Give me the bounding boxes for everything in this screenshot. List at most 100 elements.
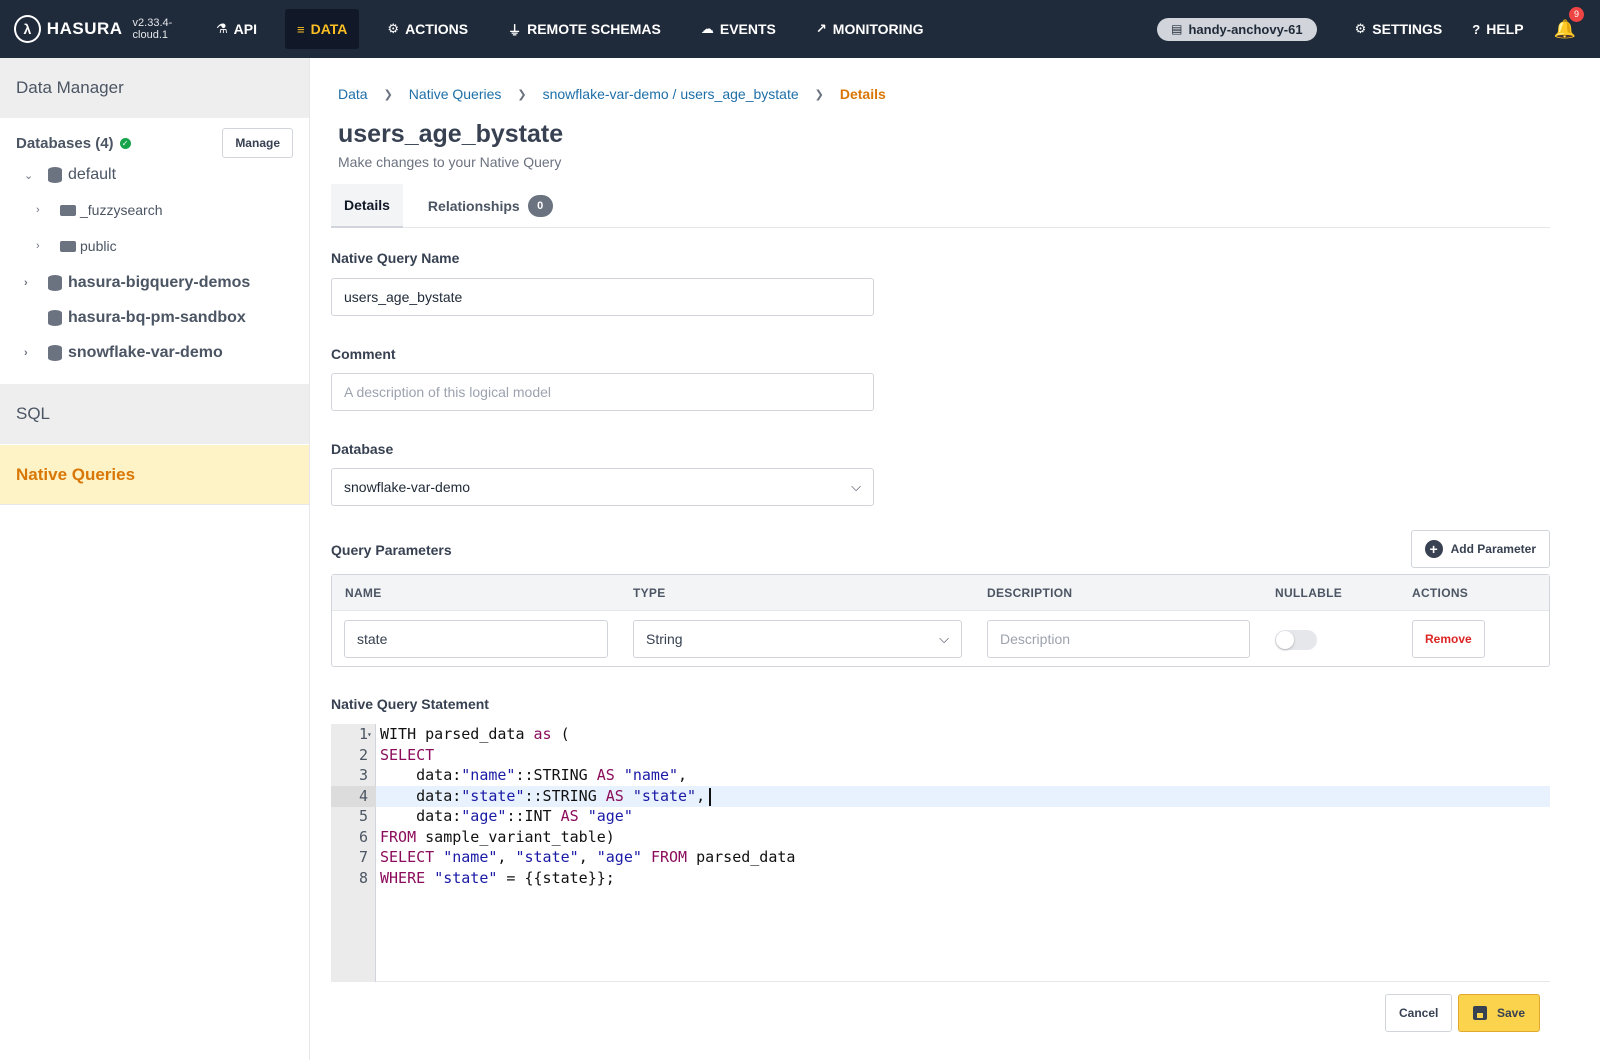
sidebar-item-hasura-bigquery-demos[interactable]: › hasura-bigquery-demos bbox=[24, 274, 250, 292]
tree-label-bigquery: hasura-bigquery-demos bbox=[68, 274, 251, 291]
nav-monitoring-label: MONITORING bbox=[832, 21, 924, 37]
check-circle-icon: ✓ bbox=[119, 137, 131, 149]
databases-section: Databases (4) ✓ Manage ⌄ default › _fuzzyse… bbox=[0, 118, 309, 386]
chevron-down-icon: ⌵ bbox=[939, 631, 949, 646]
notification-count-badge: 9 bbox=[1569, 6, 1584, 22]
nav-remote-schemas[interactable]: ⏚ REMOTE SCHEMAS bbox=[496, 9, 673, 49]
sidebar-title[interactable]: Data Manager bbox=[0, 58, 309, 118]
code-line: 5 data:"age"::INT AS "age" bbox=[331, 806, 1550, 827]
databases-label: Databases (4) bbox=[16, 134, 114, 152]
nav-api-label: API bbox=[233, 21, 257, 37]
hasura-logo-icon: λ bbox=[14, 15, 41, 43]
param-type-select[interactable]: String ⌵ bbox=[633, 620, 962, 658]
sidebar-item-public[interactable]: › public bbox=[36, 238, 117, 254]
header-type: TYPE bbox=[633, 586, 666, 600]
sidebar-item-sql[interactable]: SQL bbox=[0, 384, 309, 444]
save-button[interactable]: Save bbox=[1458, 994, 1541, 1032]
database-icon bbox=[48, 345, 62, 361]
breadcrumb-data[interactable]: Data bbox=[338, 86, 368, 102]
tree-label-public: public bbox=[80, 238, 117, 254]
nav-actions-label: ACTIONS bbox=[405, 21, 469, 37]
chevron-right-icon: ❯ bbox=[517, 88, 527, 101]
manage-button[interactable]: Manage bbox=[222, 128, 293, 158]
line-number: 1 bbox=[358, 725, 368, 743]
flask-icon: ⚗ bbox=[216, 21, 228, 36]
top-navigation-bar: λ HASURA v2.33.4-cloud.1 ⚗ API ≡ DATA ⚙ ACT… bbox=[0, 0, 1600, 58]
notifications-bell-icon[interactable]: 🔔 9 bbox=[1554, 6, 1584, 40]
line-number: 7 bbox=[358, 848, 368, 866]
project-selector[interactable]: ▤ handy-anchovy-61 bbox=[1157, 17, 1317, 41]
nav-help[interactable]: ? HELP bbox=[1472, 9, 1523, 49]
plus-circle-icon: + bbox=[1424, 540, 1443, 558]
sql-code-editor[interactable]: 1 ▾ WITH parsed_data as ( 2 SELECT 3 data:"… bbox=[331, 724, 1550, 982]
relationships-count-badge: 0 bbox=[527, 195, 553, 217]
native-query-name-input[interactable] bbox=[331, 278, 874, 316]
nav-events[interactable]: ☁ EVENTS bbox=[689, 9, 788, 49]
database-icon bbox=[48, 275, 62, 291]
database-select[interactable]: snowflake-var-demo ⌵ bbox=[331, 468, 874, 506]
code-line: 8 WHERE "state" = {{state}}; bbox=[331, 868, 1550, 889]
add-parameter-button[interactable]: + Add Parameter bbox=[1410, 530, 1550, 568]
database-select-value: snowflake-var-demo bbox=[344, 479, 471, 495]
hasura-logo[interactable]: λ HASURA v2.33.4-cloud.1 bbox=[14, 15, 204, 43]
nav-settings-label: SETTINGS bbox=[1372, 21, 1443, 37]
logo-text: HASURA bbox=[46, 19, 123, 38]
nav-monitoring[interactable]: ↗ MONITORING bbox=[804, 9, 936, 49]
header-actions: ACTIONS bbox=[1412, 586, 1469, 600]
native-query-statement-label: Native Query Statement bbox=[331, 696, 489, 712]
tabs: Details Relationships 0 bbox=[331, 184, 1550, 228]
databases-heading: Databases (4) ✓ bbox=[16, 135, 131, 152]
nav-data[interactable]: ≡ DATA bbox=[285, 9, 360, 49]
line-number: 8 bbox=[358, 869, 368, 887]
param-description-input[interactable] bbox=[987, 620, 1250, 658]
remove-parameter-button[interactable]: Remove bbox=[1412, 620, 1485, 658]
nav-settings[interactable]: ⚙ SETTINGS bbox=[1355, 9, 1443, 49]
breadcrumb-current: Details bbox=[839, 86, 886, 102]
question-circle-icon: ? bbox=[1472, 21, 1481, 37]
breadcrumb-native-queries[interactable]: Native Queries bbox=[409, 86, 502, 102]
param-name-input[interactable] bbox=[344, 620, 608, 658]
nav-help-label: HELP bbox=[1486, 21, 1524, 37]
page-title: users_age_bystate bbox=[338, 120, 564, 148]
nav-right: ▤ handy-anchovy-61 ⚙ SETTINGS ? HELP 🔔 9 bbox=[1157, 0, 1600, 58]
nav-actions[interactable]: ⚙ ACTIONS bbox=[375, 9, 480, 49]
nav-api[interactable]: ⚗ API bbox=[204, 9, 269, 49]
header-nullable: NULLABLE bbox=[1275, 586, 1343, 600]
database-icon bbox=[48, 167, 62, 183]
code-line: 7 SELECT "name", "state", "age" FROM pars… bbox=[331, 847, 1550, 868]
sidebar: Data Manager Databases (4) ✓ Manage ⌄ defa… bbox=[0, 58, 310, 1060]
chevron-right-icon: › bbox=[24, 347, 28, 359]
sidebar-item-native-queries[interactable]: Native Queries bbox=[0, 445, 309, 505]
chevron-down-icon: ⌵ bbox=[851, 479, 861, 494]
nullable-toggle[interactable] bbox=[1275, 630, 1317, 650]
tab-relationships[interactable]: Relationships 0 bbox=[415, 184, 566, 228]
project-name: handy-anchovy-61 bbox=[1188, 21, 1303, 37]
database-label: Database bbox=[331, 441, 394, 457]
comment-label: Comment bbox=[331, 346, 396, 362]
cancel-button[interactable]: Cancel bbox=[1385, 994, 1453, 1032]
tab-details[interactable]: Details bbox=[331, 184, 403, 228]
breadcrumb-query-path[interactable]: snowflake-var-demo / users_age_bystate bbox=[543, 86, 799, 102]
code-line: 3 data:"name"::STRING AS "name", bbox=[331, 765, 1550, 786]
query-parameters-label: Query Parameters bbox=[331, 542, 452, 558]
database-icon bbox=[48, 310, 62, 326]
sidebar-item-snowflake-var-demo[interactable]: › snowflake-var-demo bbox=[24, 344, 223, 362]
table-row: String ⌵ Remove bbox=[332, 611, 1549, 667]
code-line: 1 ▾ WITH parsed_data as ( bbox=[331, 724, 1550, 745]
server-icon: ▤ bbox=[1171, 22, 1183, 36]
param-type-value: String bbox=[646, 631, 683, 647]
params-table-header: NAME TYPE DESCRIPTION NULLABLE ACTIONS bbox=[332, 575, 1549, 611]
database-icon: ≡ bbox=[297, 21, 305, 37]
floppy-disk-icon bbox=[1473, 1006, 1487, 1020]
fold-arrow-icon[interactable]: ▾ bbox=[367, 724, 372, 745]
code-line: 6 FROM sample_variant_table) bbox=[331, 827, 1550, 848]
sidebar-item-default[interactable]: ⌄ default bbox=[24, 166, 116, 184]
sidebar-item-fuzzysearch[interactable]: › _fuzzysearch bbox=[36, 202, 162, 218]
code-line-active: 4 data:"state"::STRING AS "state", bbox=[331, 786, 1550, 807]
line-number: 5 bbox=[358, 807, 368, 825]
tree-label-default: default bbox=[68, 166, 117, 183]
nav-events-label: EVENTS bbox=[719, 21, 776, 37]
sidebar-item-hasura-bq-pm-sandbox[interactable]: hasura-bq-pm-sandbox bbox=[24, 309, 246, 327]
comment-input[interactable] bbox=[331, 373, 874, 411]
query-parameters-table: NAME TYPE DESCRIPTION NULLABLE ACTIONS S… bbox=[331, 574, 1550, 667]
